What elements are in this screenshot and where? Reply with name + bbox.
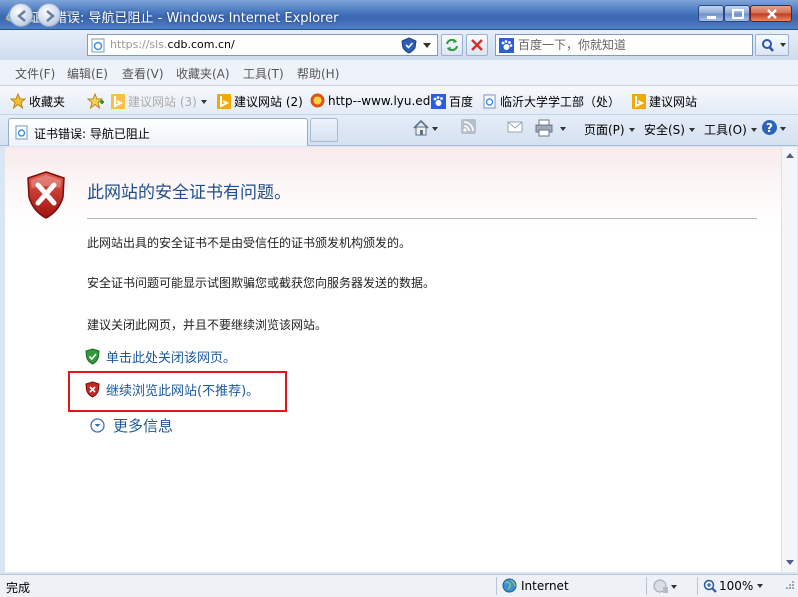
error-heading: 此网站的安全证书有问题。 (87, 183, 291, 203)
minimize-icon (707, 16, 716, 19)
scroll-down-button[interactable] (782, 555, 798, 572)
maximize-icon (732, 9, 744, 19)
baidu-icon (499, 38, 514, 53)
forward-button[interactable] (37, 3, 61, 27)
close-page-link[interactable]: 单击此处关闭该网页。 (106, 351, 236, 366)
status-text: 完成 (6, 581, 31, 595)
safety-menu[interactable]: 安全(S) (644, 121, 695, 138)
zoom-icon (703, 579, 717, 593)
address-dropdown[interactable] (423, 43, 431, 48)
refresh-icon (446, 38, 458, 52)
vertical-scrollbar[interactable] (781, 147, 797, 572)
chevron-down-icon (786, 560, 794, 565)
help-icon[interactable]: ? (761, 119, 778, 136)
address-url[interactable]: https://sls.cdb.com.cn/ (110, 38, 235, 51)
more-info-label[interactable]: 更多信息 (113, 417, 173, 435)
home-dropdown[interactable] (432, 127, 438, 131)
star-icon (10, 93, 26, 109)
help-dropdown[interactable] (780, 127, 786, 131)
zoom-level[interactable]: 100% (703, 579, 764, 593)
magnifier-icon (762, 39, 774, 52)
expand-chevron-icon (90, 418, 105, 433)
address-bar[interactable]: https://sls.cdb.com.cn/ (87, 34, 438, 56)
window-title: 证书错误: 导航已阻止 - Windows Internet Explorer (28, 11, 339, 26)
home-icon[interactable] (412, 119, 430, 137)
fav-suggested-sites[interactable]: 建议网站 (632, 93, 697, 110)
green-shield-icon (85, 348, 100, 365)
resize-grip-icon[interactable] (783, 580, 795, 592)
minimize-button[interactable] (698, 5, 724, 22)
menu-tools[interactable]: 工具(T) (243, 65, 284, 82)
search-button[interactable] (755, 34, 789, 56)
title-bar: 证书错误: 导航已阻止 - Windows Internet Explorer (0, 0, 798, 30)
new-tab-button[interactable] (310, 118, 338, 142)
site-emblem-icon (310, 93, 325, 108)
search-box[interactable] (495, 34, 753, 56)
favorites-bar: 收藏夹 建议网站 (3) 建议网站 (2) http--www.lyu.edu … (0, 86, 798, 115)
menu-file[interactable]: 文件(F) (15, 65, 55, 82)
ie-page-icon (91, 38, 105, 53)
menu-bar: 文件(F) 编辑(E) 查看(V) 收藏夹(A) 工具(T) 帮助(H) (0, 60, 798, 86)
menu-edit[interactable]: 编辑(E) (67, 65, 108, 82)
add-to-favorites-icon[interactable] (87, 93, 105, 109)
back-arrow-icon (17, 10, 26, 22)
page-menu[interactable]: 页面(P) (584, 121, 635, 138)
protected-mode-dropdown[interactable] (671, 585, 677, 589)
fav-linyi-student-affairs[interactable]: 临沂大学学工部（处） (483, 93, 620, 110)
highlight-box (68, 371, 287, 412)
print-icon[interactable] (535, 119, 553, 137)
tab-certificate-error[interactable]: 证书错误: 导航已阻止 (8, 118, 308, 146)
error-description-2: 安全证书问题可能显示试图欺骗您或截获您向服务器发送的数据。 (87, 276, 436, 290)
shield-error-icon (27, 171, 65, 219)
tools-menu[interactable]: 工具(O) (704, 121, 757, 138)
forward-arrow-icon (46, 10, 55, 22)
refresh-button[interactable] (441, 34, 463, 56)
fav-lyu-edu[interactable]: http--www.lyu.edu (310, 93, 438, 108)
close-window-button[interactable] (750, 5, 792, 22)
bing-icon (632, 94, 646, 109)
tab-title: 证书错误: 导航已阻止 (34, 127, 150, 141)
fav-baidu[interactable]: 百度 (431, 93, 473, 110)
feeds-icon[interactable] (461, 119, 477, 135)
certificate-error-icon[interactable] (400, 37, 418, 54)
search-options-dropdown[interactable] (780, 43, 786, 47)
globe-icon (502, 578, 517, 593)
search-input[interactable] (518, 37, 748, 53)
back-button[interactable] (9, 3, 33, 27)
more-info-toggle[interactable]: 更多信息 (90, 415, 173, 436)
menu-favorites[interactable]: 收藏夹(A) (176, 65, 230, 82)
heading-divider (87, 218, 757, 219)
fav-suggested-sites-3[interactable]: 建议网站 (3) (111, 93, 207, 110)
close-page-link-row[interactable]: 单击此处关闭该网页。 (85, 347, 236, 366)
mail-icon[interactable] (507, 119, 523, 135)
stop-button[interactable] (466, 34, 488, 56)
favorites-center-button[interactable]: 收藏夹 (10, 93, 65, 110)
bing-icon (217, 94, 231, 109)
menu-help[interactable]: 帮助(H) (297, 65, 339, 82)
scroll-up-button[interactable] (782, 147, 798, 164)
chevron-up-icon (786, 153, 794, 158)
close-icon (767, 9, 777, 19)
recommendation-text: 建议关闭此网页，并且不要继续浏览该网站。 (87, 318, 328, 332)
svg-text:?: ? (766, 121, 773, 135)
security-zone[interactable]: Internet (502, 578, 569, 593)
fav-suggested-sites-2[interactable]: 建议网站 (2) (217, 93, 303, 110)
error-description-1: 此网站出具的安全证书不是由受信任的证书颁发机构颁发的。 (87, 236, 412, 250)
bing-icon (111, 94, 125, 109)
maximize-button[interactable] (724, 5, 750, 22)
stop-icon (471, 39, 483, 51)
ie-page-icon (15, 125, 28, 140)
baidu-icon (431, 94, 446, 109)
menu-view[interactable]: 查看(V) (122, 65, 164, 82)
recent-pages-dropdown[interactable] (66, 11, 74, 16)
protected-mode-icon[interactable] (652, 578, 670, 594)
status-bar: 完成 Internet 100% (0, 574, 798, 597)
ie-page-icon (483, 94, 496, 109)
print-dropdown[interactable] (560, 127, 566, 131)
